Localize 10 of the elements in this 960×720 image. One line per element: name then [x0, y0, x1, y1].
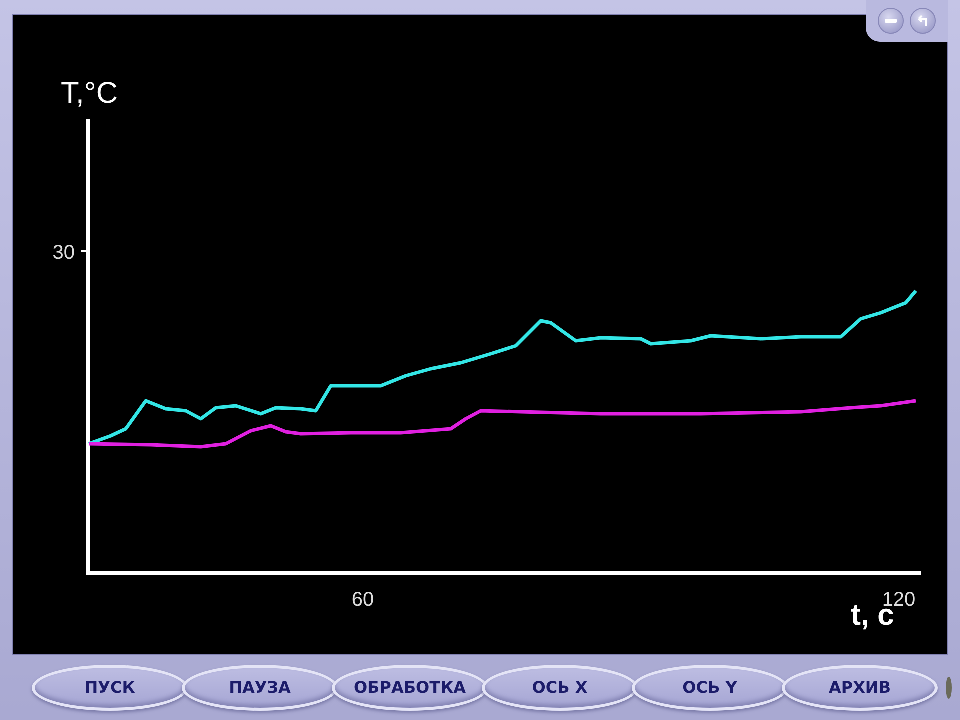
minus-icon	[885, 19, 897, 23]
minimize-button[interactable]	[878, 8, 904, 34]
toolbar-button[interactable]: АРХИВ	[782, 664, 938, 710]
tick-label: 60	[352, 589, 374, 611]
back-button[interactable]	[910, 8, 936, 34]
tick-label: 30	[52, 242, 75, 264]
axis-label: T,°C	[61, 77, 118, 110]
return-arrow-icon	[917, 15, 929, 27]
indicator-light-icon	[946, 676, 952, 698]
tick-mark	[81, 250, 87, 252]
